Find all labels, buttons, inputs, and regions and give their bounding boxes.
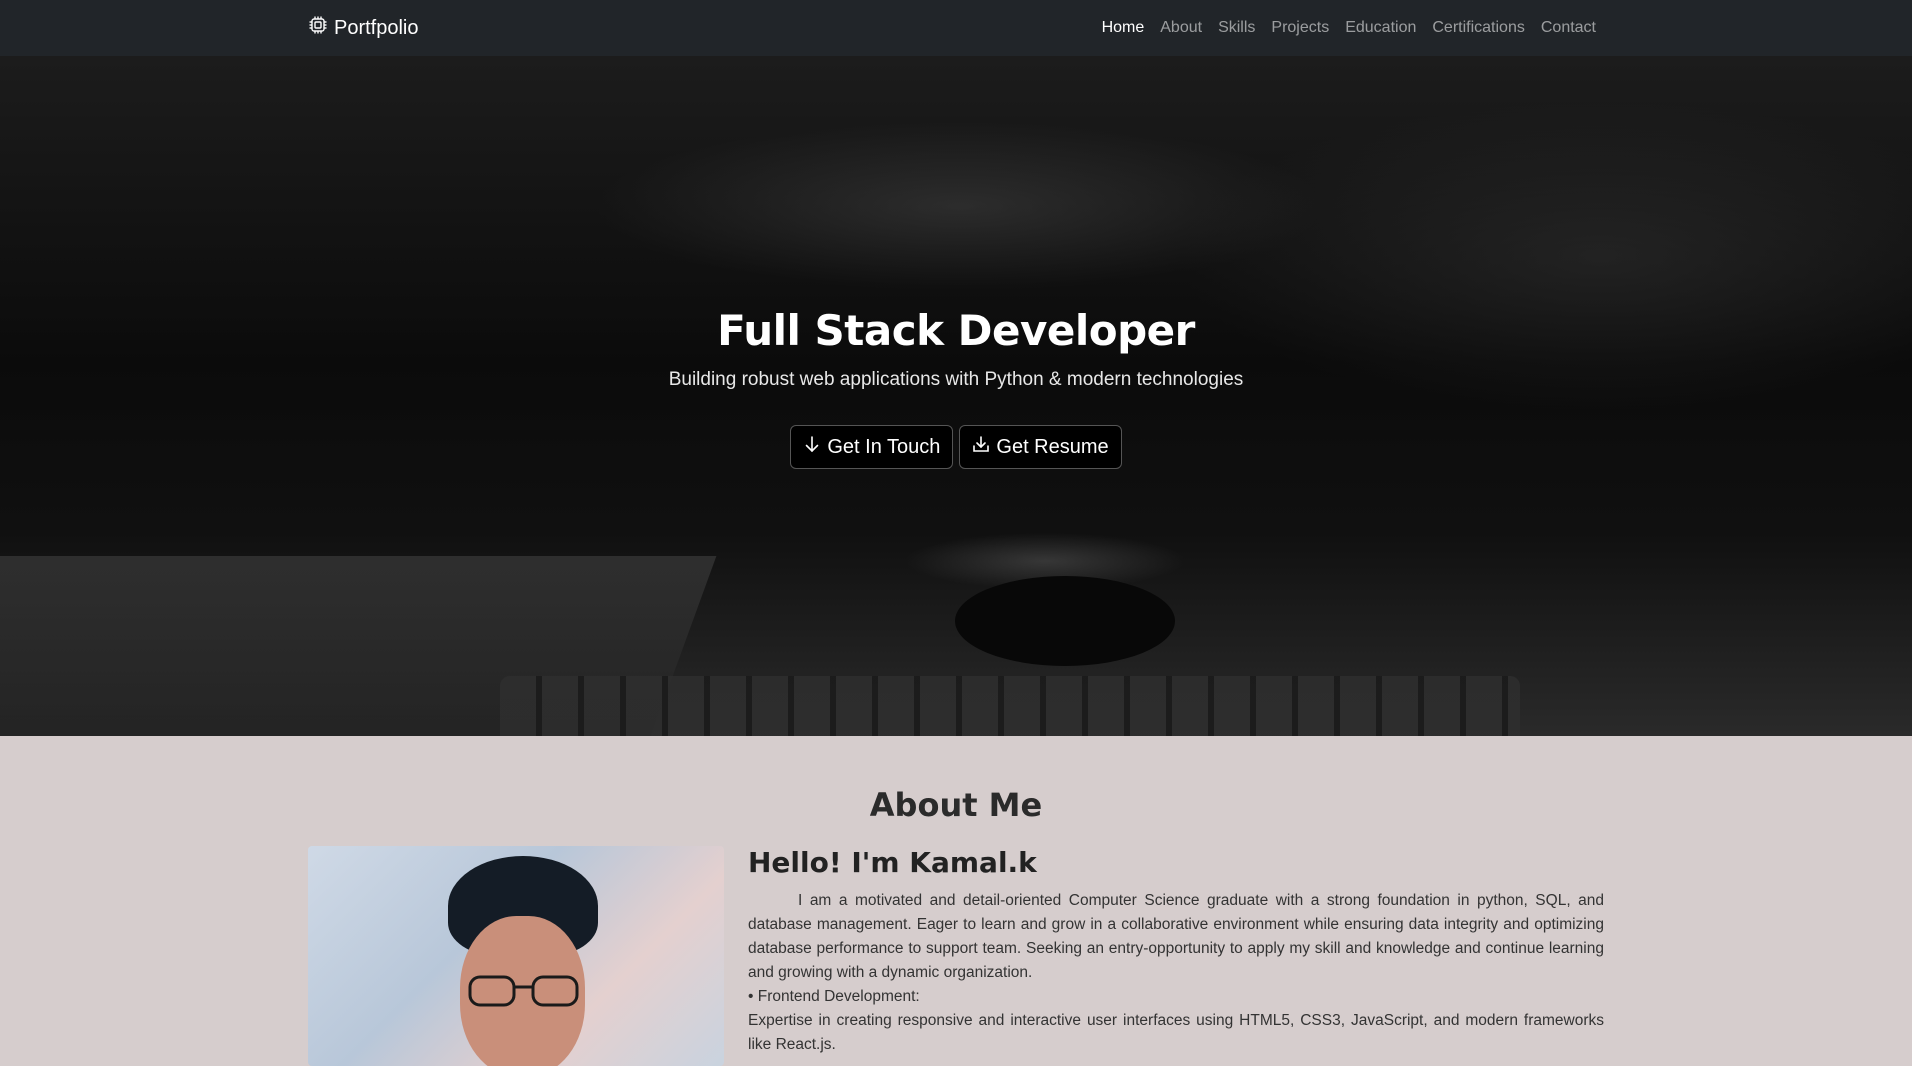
cpu-icon — [308, 15, 328, 41]
hero-subtitle: Building robust web applications with Py… — [668, 369, 1244, 390]
hero-section: Full Stack Developer Building robust web… — [0, 56, 1912, 736]
hero-buttons: Get In Touch Get Resume — [0, 425, 1912, 469]
nav-link-skills[interactable]: Skills — [1218, 19, 1255, 37]
about-bullet-text: Expertise in creating responsive and int… — [748, 1012, 1604, 1053]
get-in-touch-button[interactable]: Get In Touch — [790, 425, 954, 469]
nav-link-home[interactable]: Home — [1102, 19, 1145, 37]
get-resume-button[interactable]: Get Resume — [959, 425, 1122, 469]
nav-link-projects[interactable]: Projects — [1271, 19, 1329, 37]
download-icon — [972, 435, 990, 459]
profile-photo — [308, 846, 724, 1066]
nav-link-contact[interactable]: Contact — [1541, 19, 1596, 37]
about-bullet-heading: • Frontend Development: — [748, 988, 920, 1005]
nav-link-about[interactable]: About — [1160, 19, 1202, 37]
brand-link[interactable]: Portfpolio — [308, 15, 419, 41]
about-section: About Me Hello! I'm Kamal.k I am a motiv… — [0, 736, 1912, 1066]
about-paragraph-text: I am a motivated and detail-oriented Com… — [748, 892, 1604, 981]
nav-link-certifications[interactable]: Certifications — [1432, 19, 1524, 37]
hero-background-keyboard — [500, 676, 1520, 736]
about-title: About Me — [869, 786, 1043, 824]
nav-links: Home About Skills Projects Education Cer… — [1102, 19, 1596, 37]
about-greeting: Hello! I'm Kamal.k — [748, 846, 1037, 879]
hero-content: Full Stack Developer Building robust web… — [0, 306, 1912, 469]
profile-photo-glasses — [468, 975, 579, 1007]
get-in-touch-label: Get In Touch — [827, 435, 941, 458]
hero-background-mug — [955, 576, 1175, 666]
nav-link-education[interactable]: Education — [1345, 19, 1416, 37]
about-paragraph: I am a motivated and detail-oriented Com… — [748, 889, 1604, 985]
arrow-down-icon — [803, 435, 821, 459]
hero-title: Full Stack Developer — [717, 306, 1195, 355]
brand-label: Portfpolio — [334, 16, 419, 39]
get-resume-label: Get Resume — [996, 435, 1109, 458]
about-body: I am a motivated and detail-oriented Com… — [748, 889, 1604, 1057]
navbar: Portfpolio Home About Skills Projects Ed… — [0, 0, 1912, 56]
navbar-inner: Portfpolio Home About Skills Projects Ed… — [308, 0, 1596, 56]
about-text: Hello! I'm Kamal.k I am a motivated and … — [748, 846, 1604, 1057]
